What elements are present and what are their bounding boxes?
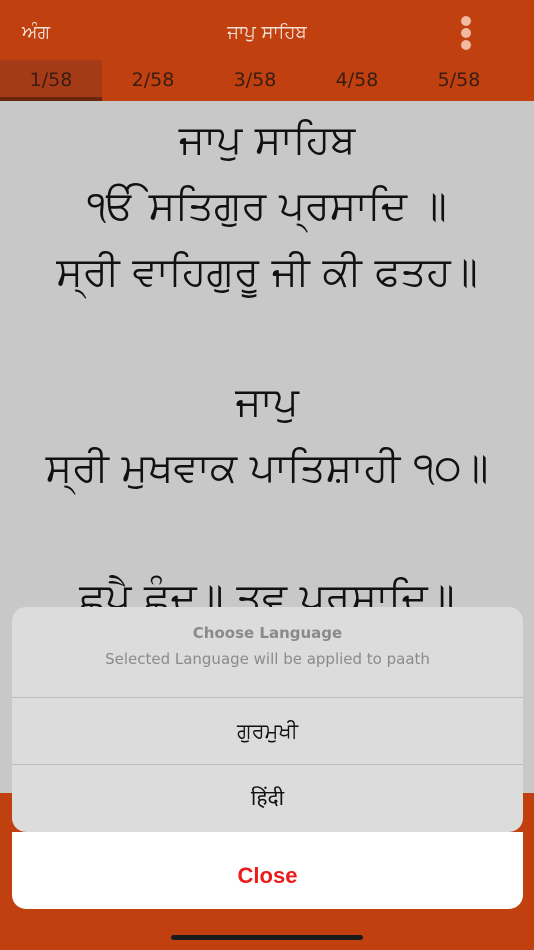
language-action-sheet: Choose Language Selected Language will b… xyxy=(12,607,523,832)
sheet-header: Choose Language Selected Language will b… xyxy=(12,607,523,697)
tab-page-2[interactable]: 2/58 xyxy=(102,60,204,101)
tab-page-5[interactable]: 5/58 xyxy=(408,60,510,101)
paath-line: ਸ੍ਰੀ ਵਾਹਿਗੁਰੂ ਜੀ ਕੀ ਫਤਹ॥ xyxy=(56,249,478,295)
language-option-gurmukhi[interactable]: ਗੁਰਮੁਖੀ xyxy=(12,697,523,764)
close-button[interactable]: Close xyxy=(12,842,523,909)
language-option-hindi[interactable]: हिंदी xyxy=(12,764,523,831)
tab-page-3[interactable]: 3/58 xyxy=(204,60,306,101)
paath-line: ੴ ਸਤਿਗੁਰ ਪ੍ਰਸਾਦਿ ॥ xyxy=(87,183,447,229)
paath-line: ਜਾਪੁ ਸਾਹਿਬ xyxy=(178,117,356,163)
paath-line: ਸ੍ਰੀ ਮੁਖਵਾਕ ਪਾਤਿਸ਼ਾਹੀ ੧੦॥ xyxy=(45,445,489,491)
paath-line: ਜਾਪੁ xyxy=(235,379,299,425)
app-header: ਅੰਗ ਜਾਪੁ ਸਾਹਿਬ xyxy=(0,0,534,60)
tab-page-1[interactable]: 1/58 xyxy=(0,60,102,101)
tab-page-4[interactable]: 4/58 xyxy=(306,60,408,101)
sheet-message: Selected Language will be applied to paa… xyxy=(105,650,430,668)
more-vertical-icon[interactable] xyxy=(454,16,478,50)
sheet-title: Choose Language xyxy=(192,624,343,642)
page-tabs: 1/58 2/58 3/58 4/58 5/58 xyxy=(0,60,534,101)
home-indicator[interactable] xyxy=(171,935,363,940)
